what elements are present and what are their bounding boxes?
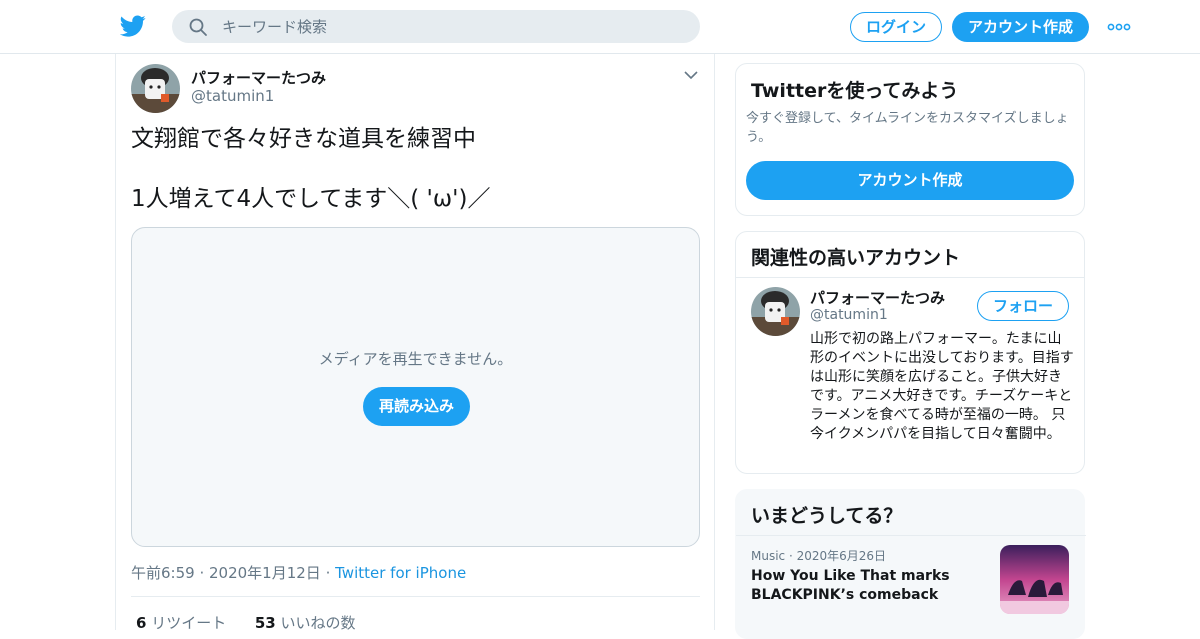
trend-title[interactable]: How You Like That marks BLACKPINK’s come… xyxy=(751,567,981,605)
separator: · xyxy=(320,564,336,582)
trend-thumbnail[interactable] xyxy=(1000,545,1069,614)
retweet-label[interactable]: リツイート xyxy=(151,614,226,632)
media-container: メディアを再生できません。 再読み込み xyxy=(131,227,700,547)
avatar[interactable] xyxy=(751,287,800,336)
tweet-metadata: 午前6:59 · 2020年1月12日 · Twitter for iPhone xyxy=(131,562,466,583)
tweet-date: 2020年1月12日 xyxy=(209,564,321,582)
tweet-detail: パフォーマーたつみ @tatumin1 文翔館で各々好きな道具を練習中 1人増え… xyxy=(115,54,715,632)
divider xyxy=(736,535,1086,536)
search-input[interactable] xyxy=(222,10,682,43)
related-accounts-card: 関連性の高いアカウント パフォーマーたつみ @tatumin1 フォロー 山形で… xyxy=(735,231,1085,474)
top-bar: ログイン アカウント作成 xyxy=(0,0,1200,54)
signup-card: Twitterを使ってみよう 今すぐ登録して、タイムラインをカスタマイズしましょ… xyxy=(735,63,1085,216)
chevron-down-icon[interactable] xyxy=(682,68,700,82)
divider xyxy=(736,277,1084,278)
separator: · xyxy=(194,564,209,582)
author-handle[interactable]: @tatumin1 xyxy=(191,87,274,105)
like-label[interactable]: いいねの数 xyxy=(281,614,356,632)
media-error-message: メディアを再生できません。 xyxy=(318,350,513,368)
reload-button[interactable]: 再読み込み xyxy=(363,387,470,426)
trends-card: いまどうしてる？ Music · 2020年6月26日 How You Like… xyxy=(735,489,1086,639)
tweet-text: 文翔館で各々好きな道具を練習中 1人増えて4人でしてます＼( 'ω')／ xyxy=(131,126,491,212)
tweet-source-link[interactable]: Twitter for iPhone xyxy=(335,564,466,582)
trend-meta: Music · 2020年6月26日 xyxy=(751,547,886,564)
tweet-time: 午前6:59 xyxy=(131,564,195,582)
search-icon xyxy=(189,18,207,36)
avatar-image xyxy=(751,287,800,336)
card-title: 関連性の高いアカウント xyxy=(751,247,961,269)
avatar-image xyxy=(131,64,180,113)
follow-button[interactable]: フォロー xyxy=(977,291,1069,321)
login-button[interactable]: ログイン xyxy=(850,12,942,42)
separator: · xyxy=(785,549,797,563)
retweet-count: 6 xyxy=(136,614,147,632)
account-bio: 山形で初の路上パフォーマー。たまに山形のイベントに出没しております。目指すは山形… xyxy=(810,331,1074,442)
avatar[interactable] xyxy=(131,64,180,113)
twitter-bird-icon[interactable] xyxy=(120,13,146,39)
account-handle[interactable]: @tatumin1 xyxy=(810,307,888,323)
like-count: 53 xyxy=(254,614,276,632)
search-bar xyxy=(172,10,700,43)
signup-button[interactable]: アカウント作成 xyxy=(952,12,1089,42)
account-name[interactable]: パフォーマーたつみ xyxy=(810,287,945,308)
trend-thumbnail-image xyxy=(1000,545,1069,614)
divider xyxy=(131,596,700,597)
more-dots-icon[interactable] xyxy=(1107,18,1131,36)
author-name[interactable]: パフォーマーたつみ xyxy=(191,67,326,88)
card-subtitle: 今すぐ登録して、タイムラインをカスタマイズしましょう。 xyxy=(746,111,1069,145)
signup-card-button[interactable]: アカウント作成 xyxy=(746,161,1074,200)
trend-date: 2020年6月26日 xyxy=(796,549,887,563)
card-title: いまどうしてる？ xyxy=(751,505,903,527)
trend-category: Music xyxy=(751,549,786,563)
card-title: Twitterを使ってみよう xyxy=(751,80,959,102)
